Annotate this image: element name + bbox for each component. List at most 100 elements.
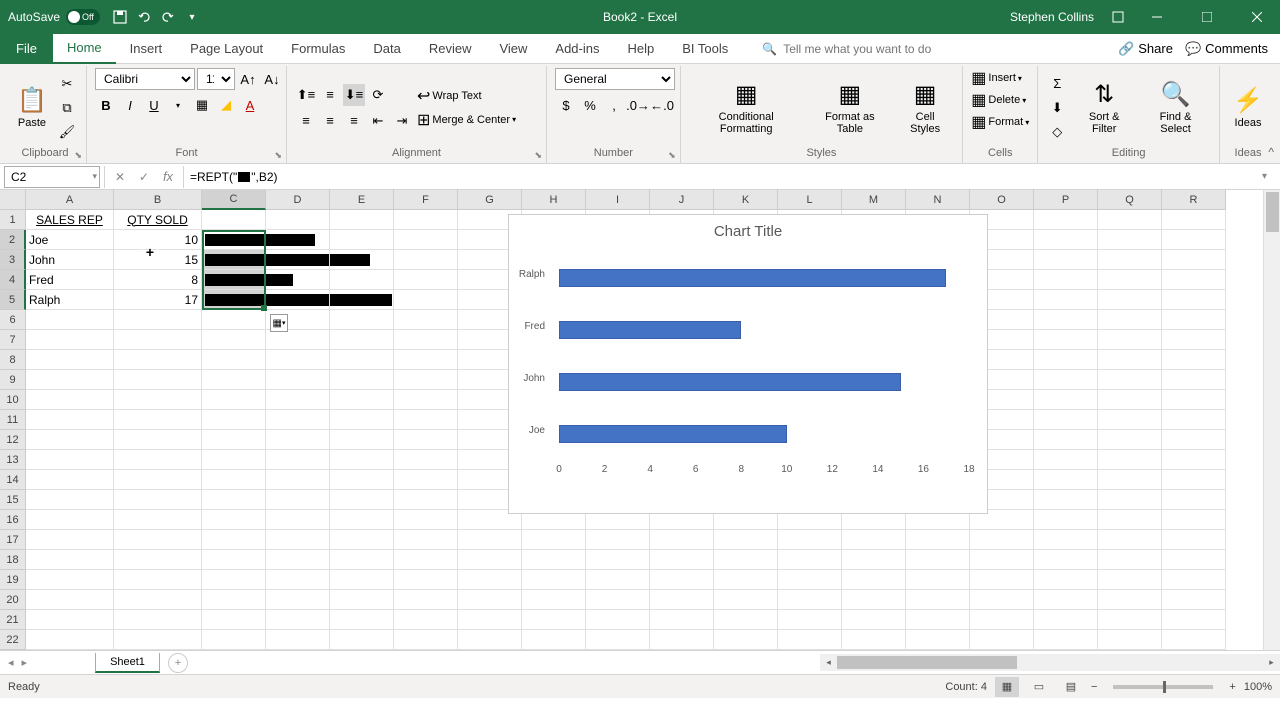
cell-B22[interactable] — [114, 630, 202, 650]
cell-C8[interactable] — [202, 350, 266, 370]
cell-A8[interactable] — [26, 350, 114, 370]
increase-decimal-icon[interactable]: .0→ — [627, 94, 649, 116]
cell-E20[interactable] — [330, 590, 394, 610]
cell-P5[interactable] — [1034, 290, 1098, 310]
cell-E11[interactable] — [330, 410, 394, 430]
row-header-5[interactable]: 5 — [0, 290, 26, 310]
cell-F22[interactable] — [394, 630, 458, 650]
autosum-icon[interactable]: Σ — [1046, 73, 1068, 95]
cell-F11[interactable] — [394, 410, 458, 430]
col-header-I[interactable]: I — [586, 190, 650, 210]
cell-A2[interactable]: Joe — [26, 230, 114, 250]
maximize-button[interactable] — [1184, 0, 1230, 34]
cell-A19[interactable] — [26, 570, 114, 590]
cell-L20[interactable] — [778, 590, 842, 610]
cell-R12[interactable] — [1162, 430, 1226, 450]
cell-K22[interactable] — [714, 630, 778, 650]
normal-view-icon[interactable]: ▦ — [995, 677, 1019, 697]
autosave-toggle[interactable]: Off — [66, 9, 100, 25]
cell-R13[interactable] — [1162, 450, 1226, 470]
cell-Q20[interactable] — [1098, 590, 1162, 610]
cell-A16[interactable] — [26, 510, 114, 530]
cell-B16[interactable] — [114, 510, 202, 530]
cell-Q13[interactable] — [1098, 450, 1162, 470]
cell-B15[interactable] — [114, 490, 202, 510]
cell-P9[interactable] — [1034, 370, 1098, 390]
cell-Q2[interactable] — [1098, 230, 1162, 250]
cell-Q3[interactable] — [1098, 250, 1162, 270]
select-all-corner[interactable] — [0, 190, 26, 210]
row-header-21[interactable]: 21 — [0, 610, 26, 630]
cell-Q22[interactable] — [1098, 630, 1162, 650]
cell-C6[interactable] — [202, 310, 266, 330]
cell-I22[interactable] — [586, 630, 650, 650]
cell-P7[interactable] — [1034, 330, 1098, 350]
cell-B14[interactable] — [114, 470, 202, 490]
cell-Q14[interactable] — [1098, 470, 1162, 490]
cell-C5[interactable] — [202, 290, 266, 310]
cell-P15[interactable] — [1034, 490, 1098, 510]
cell-R21[interactable] — [1162, 610, 1226, 630]
row-header-1[interactable]: 1 — [0, 210, 26, 230]
cell-E5[interactable] — [330, 290, 394, 310]
paste-button[interactable]: 📋 Paste — [12, 84, 52, 131]
cell-O19[interactable] — [970, 570, 1034, 590]
cell-P10[interactable] — [1034, 390, 1098, 410]
cell-R3[interactable] — [1162, 250, 1226, 270]
cell-P14[interactable] — [1034, 470, 1098, 490]
font-dialog-icon[interactable]: ⬊ — [274, 150, 282, 161]
cell-P3[interactable] — [1034, 250, 1098, 270]
cell-P19[interactable] — [1034, 570, 1098, 590]
row-header-14[interactable]: 14 — [0, 470, 26, 490]
cell-A4[interactable]: Fred — [26, 270, 114, 290]
comma-icon[interactable]: , — [603, 94, 625, 116]
cell-E4[interactable] — [330, 270, 394, 290]
horizontal-scrollbar[interactable]: ◂ ▸ — [820, 654, 1280, 671]
cell-A11[interactable] — [26, 410, 114, 430]
borders-icon[interactable]: ▦ — [191, 94, 213, 116]
cell-C7[interactable] — [202, 330, 266, 350]
cell-J20[interactable] — [650, 590, 714, 610]
row-header-4[interactable]: 4 — [0, 270, 26, 290]
row-header-15[interactable]: 15 — [0, 490, 26, 510]
cell-E16[interactable] — [330, 510, 394, 530]
zoom-level[interactable]: 100% — [1244, 681, 1272, 693]
cell-J21[interactable] — [650, 610, 714, 630]
cell-R1[interactable] — [1162, 210, 1226, 230]
cell-Q9[interactable] — [1098, 370, 1162, 390]
cell-E21[interactable] — [330, 610, 394, 630]
cell-Q8[interactable] — [1098, 350, 1162, 370]
row-header-17[interactable]: 17 — [0, 530, 26, 550]
cell-D2[interactable] — [266, 230, 330, 250]
cell-B19[interactable] — [114, 570, 202, 590]
col-header-E[interactable]: E — [330, 190, 394, 210]
cell-K21[interactable] — [714, 610, 778, 630]
cell-C16[interactable] — [202, 510, 266, 530]
fx-icon[interactable]: fx — [157, 166, 179, 188]
cell-R10[interactable] — [1162, 390, 1226, 410]
cell-E14[interactable] — [330, 470, 394, 490]
insert-cells-button[interactable]: ▦Insert▾ — [971, 68, 1022, 88]
cell-B11[interactable] — [114, 410, 202, 430]
cell-P21[interactable] — [1034, 610, 1098, 630]
cell-D16[interactable] — [266, 510, 330, 530]
cell-F7[interactable] — [394, 330, 458, 350]
cell-P4[interactable] — [1034, 270, 1098, 290]
cell-O20[interactable] — [970, 590, 1034, 610]
cell-A15[interactable] — [26, 490, 114, 510]
cell-D9[interactable] — [266, 370, 330, 390]
cell-I17[interactable] — [586, 530, 650, 550]
wrap-text-button[interactable]: ↩Wrap Text — [417, 86, 516, 106]
row-header-12[interactable]: 12 — [0, 430, 26, 450]
cell-D5[interactable] — [266, 290, 330, 310]
cell-F2[interactable] — [394, 230, 458, 250]
cell-D21[interactable] — [266, 610, 330, 630]
cell-C1[interactable] — [202, 210, 266, 230]
cell-F17[interactable] — [394, 530, 458, 550]
cell-A7[interactable] — [26, 330, 114, 350]
cell-H22[interactable] — [522, 630, 586, 650]
cell-E7[interactable] — [330, 330, 394, 350]
cell-F12[interactable] — [394, 430, 458, 450]
cell-D18[interactable] — [266, 550, 330, 570]
cell-N20[interactable] — [906, 590, 970, 610]
